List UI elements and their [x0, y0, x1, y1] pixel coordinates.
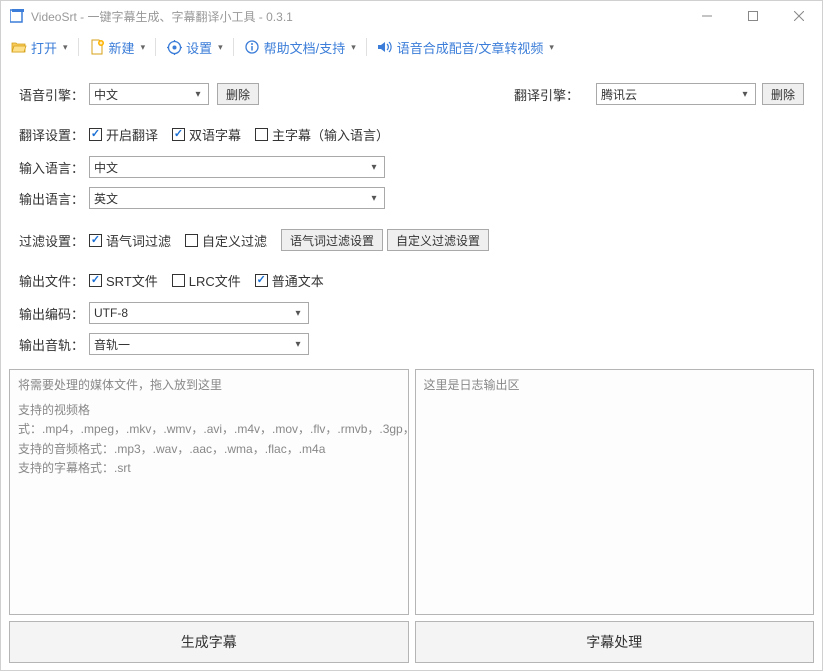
chevron-down-icon: ▾	[549, 42, 554, 53]
translate-engine-value: 腾讯云	[601, 86, 751, 103]
checkbox-icon	[255, 128, 268, 141]
subtitle-process-button[interactable]: 字幕处理	[415, 621, 815, 663]
sound-icon	[377, 39, 393, 55]
input-lang-value: 中文	[94, 159, 380, 176]
drop-hint-line4: 支持的字幕格式：.srt	[18, 459, 400, 478]
txt-label: 普通文本	[272, 271, 324, 290]
chevron-down-icon: ▾	[218, 42, 223, 53]
checkbox-icon	[172, 128, 185, 141]
chevron-down-icon: ▾	[190, 84, 206, 104]
chevron-down-icon: ▾	[63, 42, 68, 53]
bottom-buttons: 生成字幕 字幕处理	[1, 615, 822, 671]
checkbox-icon	[172, 274, 185, 287]
enable-translate-label: 开启翻译	[106, 125, 158, 144]
checkbox-icon	[89, 128, 102, 141]
minimize-button[interactable]	[684, 1, 730, 31]
checkbox-icon	[185, 234, 198, 247]
checkbox-icon	[89, 234, 102, 247]
lrc-checkbox[interactable]: LRC文件	[172, 271, 241, 290]
bilingual-checkbox[interactable]: 双语字幕	[172, 125, 241, 144]
settings-menu[interactable]: 设置 ▾	[162, 36, 227, 59]
output-encoding-value: UTF-8	[94, 306, 304, 320]
gear-icon	[166, 39, 182, 55]
chevron-down-icon: ▾	[290, 334, 306, 354]
toolbar: 打开 ▾ 新建 ▾ 设置 ▾ 帮助文档/支持 ▾ 语音合成配音/文章转视频 ▾	[1, 31, 822, 63]
filter-settings-label: 过滤设置：	[19, 231, 89, 250]
main-subtitle-checkbox[interactable]: 主字幕（输入语言）	[255, 125, 389, 144]
chevron-down-icon: ▾	[351, 42, 356, 53]
output-files-label: 输出文件：	[19, 271, 89, 290]
drop-hint-line1: 将需要处理的媒体文件，拖入放到这里	[18, 376, 400, 395]
maximize-button[interactable]	[730, 1, 776, 31]
output-lang-value: 英文	[94, 190, 380, 207]
help-label: 帮助文档/支持	[264, 38, 346, 57]
enable-translate-checkbox[interactable]: 开启翻译	[89, 125, 158, 144]
translate-settings-label: 翻译设置：	[19, 125, 89, 144]
chevron-down-icon: ▾	[737, 84, 753, 104]
input-lang-label: 输入语言：	[19, 158, 89, 177]
translate-engine-select[interactable]: 腾讯云 ▾	[596, 83, 756, 105]
help-menu[interactable]: 帮助文档/支持 ▾	[240, 36, 360, 59]
main-subtitle-label: 主字幕（输入语言）	[272, 125, 389, 144]
input-lang-select[interactable]: 中文 ▾	[89, 156, 385, 178]
toolbar-separator	[233, 38, 234, 56]
speech-engine-label: 语音引擎：	[19, 85, 89, 104]
chevron-down-icon: ▾	[141, 42, 146, 53]
output-track-select[interactable]: 音轨一 ▾	[89, 333, 309, 355]
output-lang-select[interactable]: 英文 ▾	[89, 187, 385, 209]
lrc-label: LRC文件	[189, 271, 241, 290]
new-file-icon	[89, 39, 105, 55]
checkbox-icon	[255, 274, 268, 287]
form-area: 语音引擎： 中文 ▾ 删除 翻译引擎： 腾讯云 ▾ 删除 翻译设置： 开启翻译 …	[1, 63, 822, 369]
srt-checkbox[interactable]: SRT文件	[89, 271, 158, 290]
modal-filter-checkbox[interactable]: 语气词过滤	[89, 231, 171, 250]
srt-label: SRT文件	[106, 271, 158, 290]
modal-filter-settings-button[interactable]: 语气词过滤设置	[281, 229, 383, 251]
chevron-down-icon: ▾	[290, 303, 306, 323]
bilingual-label: 双语字幕	[189, 125, 241, 144]
translate-engine-delete-button[interactable]: 删除	[762, 83, 804, 105]
output-track-value: 音轨一	[94, 336, 304, 353]
translate-engine-label: 翻译引擎：	[514, 85, 584, 104]
folder-open-icon	[11, 39, 27, 55]
window-title: VideoSrt - 一键字幕生成、字幕翻译小工具 - 0.3.1	[31, 8, 293, 25]
log-output: 这里是日志输出区	[415, 369, 815, 615]
toolbar-separator	[78, 38, 79, 56]
output-lang-label: 输出语言：	[19, 189, 89, 208]
titlebar: VideoSrt - 一键字幕生成、字幕翻译小工具 - 0.3.1	[1, 1, 822, 31]
toolbar-separator	[366, 38, 367, 56]
custom-filter-checkbox[interactable]: 自定义过滤	[185, 231, 267, 250]
generate-subtitle-button[interactable]: 生成字幕	[9, 621, 409, 663]
output-encoding-select[interactable]: UTF-8 ▾	[89, 302, 309, 324]
custom-filter-settings-button[interactable]: 自定义过滤设置	[387, 229, 489, 251]
new-menu[interactable]: 新建 ▾	[85, 36, 150, 59]
tts-menu[interactable]: 语音合成配音/文章转视频 ▾	[373, 36, 558, 59]
close-button[interactable]	[776, 1, 822, 31]
settings-label: 设置	[186, 38, 212, 57]
tts-label: 语音合成配音/文章转视频	[397, 38, 544, 57]
drop-hint-line2: 支持的视频格式：.mp4，.mpeg，.mkv，.wmv，.avi，.m4v，.…	[18, 401, 400, 439]
new-label: 新建	[109, 38, 135, 57]
modal-filter-label: 语气词过滤	[106, 231, 171, 250]
panes: 将需要处理的媒体文件，拖入放到这里 支持的视频格式：.mp4，.mpeg，.mk…	[1, 369, 822, 615]
chevron-down-icon: ▾	[366, 188, 382, 208]
log-placeholder: 这里是日志输出区	[424, 376, 806, 395]
output-track-label: 输出音轨：	[19, 335, 89, 354]
drop-hint-line3: 支持的音频格式：.mp3，.wav，.aac，.wma，.flac，.m4a	[18, 440, 400, 459]
speech-engine-delete-button[interactable]: 删除	[217, 83, 259, 105]
drop-zone[interactable]: 将需要处理的媒体文件，拖入放到这里 支持的视频格式：.mp4，.mpeg，.mk…	[9, 369, 409, 615]
toolbar-separator	[155, 38, 156, 56]
chevron-down-icon: ▾	[366, 157, 382, 177]
open-label: 打开	[31, 38, 57, 57]
info-icon	[244, 39, 260, 55]
txt-checkbox[interactable]: 普通文本	[255, 271, 324, 290]
custom-filter-label: 自定义过滤	[202, 231, 267, 250]
output-encoding-label: 输出编码：	[19, 304, 89, 323]
app-icon	[9, 8, 25, 24]
checkbox-icon	[89, 274, 102, 287]
speech-engine-select[interactable]: 中文 ▾	[89, 83, 209, 105]
open-menu[interactable]: 打开 ▾	[7, 36, 72, 59]
speech-engine-value: 中文	[94, 86, 204, 103]
